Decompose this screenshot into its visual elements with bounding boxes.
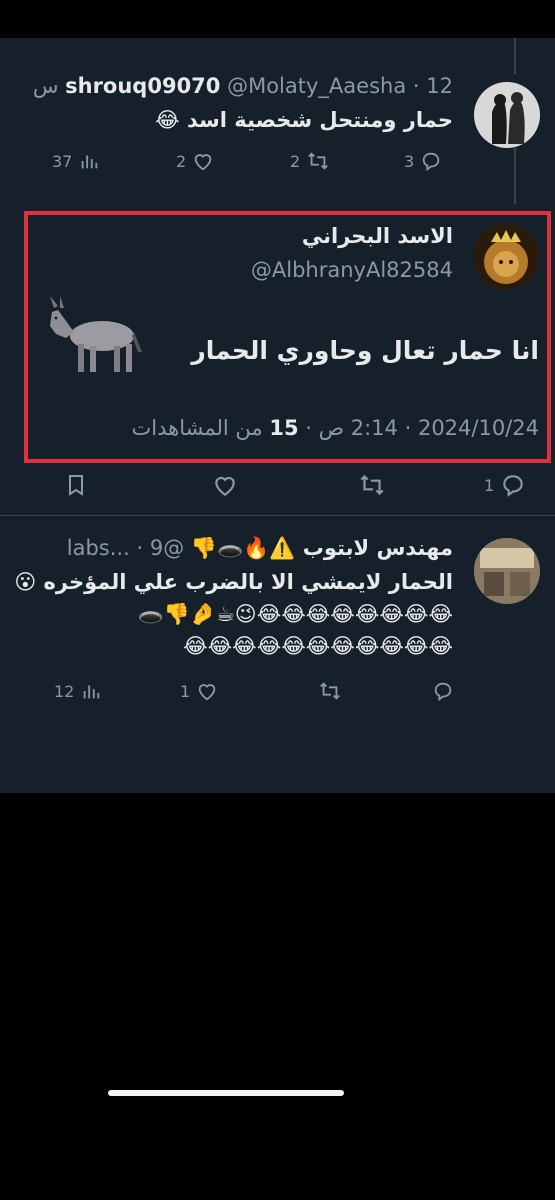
views-count: 37 (52, 151, 73, 171)
views-count: 12 (54, 681, 75, 701)
shop-avatar-icon (474, 538, 540, 604)
tweet-text-line: 😂😂😂😂😂😂😂😂😉☕🤌👎🕳️ (137, 602, 453, 626)
bookmark-icon (69, 475, 83, 496)
reply-count: 1 (484, 475, 495, 495)
heart-icon (194, 154, 212, 171)
avatar[interactable] (474, 538, 540, 604)
reply-count: 3 (404, 151, 415, 171)
heart-icon (198, 684, 216, 701)
bookmark-button[interactable] (64, 472, 88, 498)
tweet-text: حمار ومنتحل شخصية اسد 😂 (155, 108, 453, 132)
reply-button[interactable]: 3 (404, 150, 442, 172)
reply-icon (503, 475, 523, 497)
views-button[interactable]: 12 (54, 680, 102, 702)
handle[interactable]: @Molaty_Aaesha (227, 74, 406, 98)
retweet-button[interactable]: 2 (290, 150, 330, 172)
retweet-icon (360, 474, 384, 496)
analytics-icon (82, 155, 98, 169)
reply-button[interactable] (426, 680, 454, 702)
like-count: 1 (180, 681, 191, 701)
top-band (0, 0, 555, 38)
retweet-button[interactable] (358, 472, 386, 498)
retweet-count: 2 (290, 151, 301, 171)
reply-button[interactable]: 1 (484, 472, 526, 498)
like-button[interactable]: 2 (176, 150, 214, 172)
tweet-text-line: الحمار لايمشي الا بالضرب علي المؤخره 😮 (14, 570, 453, 594)
retweet-icon (308, 152, 329, 170)
separator: · (412, 74, 420, 98)
thread-line (514, 38, 516, 74)
timestamp[interactable]: 9 (150, 536, 163, 560)
highlight-box (24, 211, 551, 463)
tweet-actions: 1 (0, 472, 555, 498)
tweet-actions: 1 12 (0, 680, 555, 706)
reply-icon (422, 152, 440, 172)
divider (0, 515, 555, 516)
tweet-header: shrouq09070 @Molaty_Aaesha · 12 س (33, 74, 453, 98)
analytics-icon (84, 685, 100, 699)
handle[interactable]: @labs... (67, 536, 184, 560)
heart-icon (215, 476, 235, 497)
display-name[interactable]: shrouq09070 (65, 74, 220, 98)
retweet-button[interactable] (312, 680, 342, 702)
separator: · (136, 536, 144, 560)
like-button[interactable] (212, 472, 238, 498)
like-count: 2 (176, 151, 187, 171)
avatar-figures-icon (474, 82, 540, 148)
tweet-actions: 3 2 2 37 (0, 150, 555, 176)
like-button[interactable]: 1 (180, 680, 218, 702)
avatar[interactable] (474, 82, 540, 148)
tweet-text-line: 😂😂😂😂😂😂😂😂😂😂😂 (183, 634, 453, 658)
tweet-header: مهندس لابتوب ⚠️🔥🕳️👎 @labs... · 9 (67, 536, 453, 561)
retweet-icon (320, 682, 340, 700)
views-button[interactable]: 37 (52, 150, 100, 172)
reply-icon (434, 682, 452, 702)
home-indicator[interactable] (108, 1090, 344, 1096)
display-name[interactable]: مهندس لابتوب ⚠️🔥🕳️👎 (191, 536, 453, 560)
